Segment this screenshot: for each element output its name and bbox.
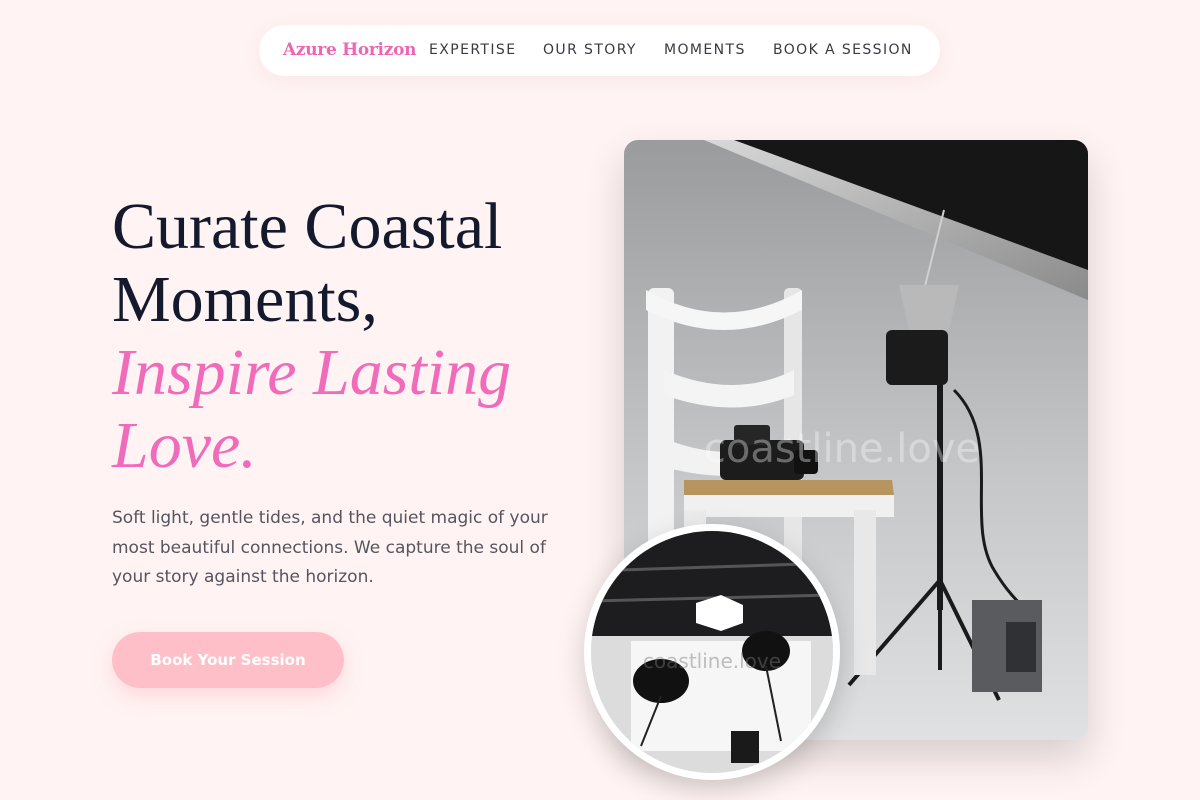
nav-link-book-a-session[interactable]: BOOK A SESSION: [773, 42, 913, 58]
headline-line-1: Curate Coastal: [112, 190, 503, 263]
hero-subtext: Soft light, gentle tides, and the quiet …: [112, 508, 548, 587]
headline-accent: Inspire Lasting Love.: [112, 336, 512, 482]
hero-headline: Curate Coastal Moments, Inspire Lasting …: [112, 190, 592, 482]
nav-link-our-story[interactable]: OUR STORY: [543, 42, 637, 58]
studio-inset-photo: coastline.love: [584, 524, 840, 780]
book-session-button[interactable]: Book Your Session: [112, 632, 344, 688]
nav-link-moments[interactable]: MOMENTS: [664, 42, 746, 58]
brand-logo[interactable]: Azure Horizon: [283, 40, 416, 60]
headline-line-2: Moments,: [112, 263, 378, 336]
top-navbar: Azure Horizon EXPERTISE OUR STORY MOMENT…: [259, 25, 940, 76]
nav-link-expertise[interactable]: EXPERTISE: [429, 42, 516, 58]
